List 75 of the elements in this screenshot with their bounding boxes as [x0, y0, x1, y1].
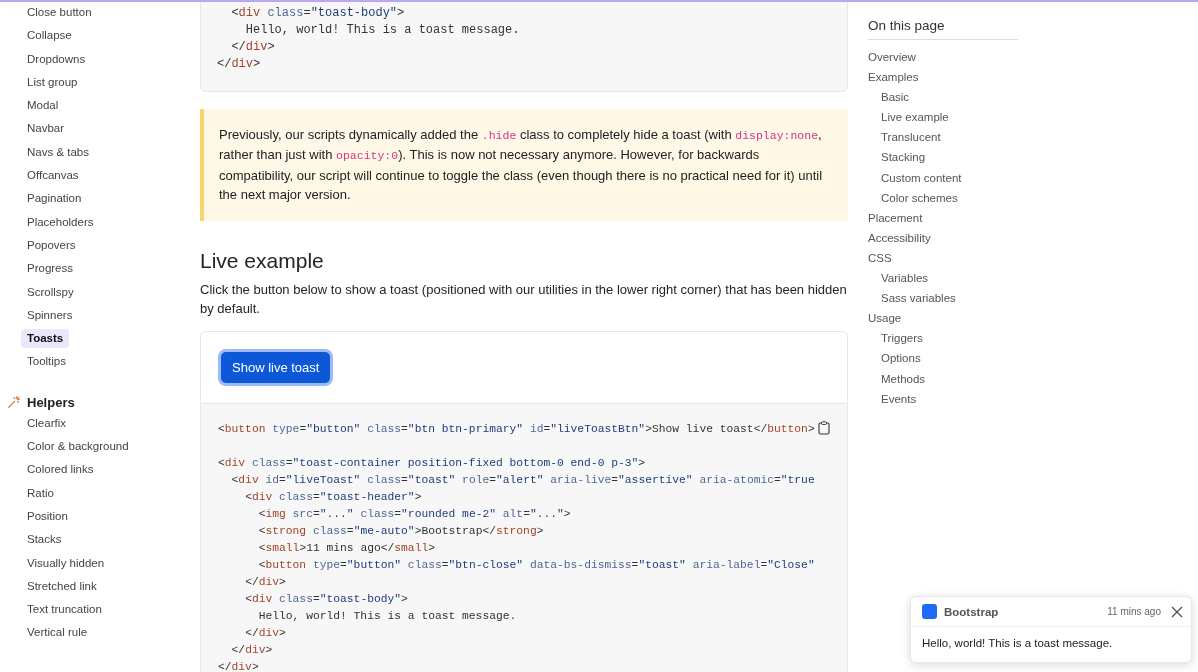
sidebar-item[interactable]: Placeholders	[21, 212, 100, 232]
sidebar-item[interactable]: Popovers	[21, 235, 82, 255]
code-line: </div>	[230, 642, 273, 658]
show-toast-button[interactable]: Show live toast	[221, 351, 331, 383]
code-line: </div>	[244, 574, 286, 590]
toast-title: Bootstrap	[944, 605, 1000, 618]
toc-link[interactable]: Variables	[868, 268, 929, 289]
toc-title: On this page	[868, 18, 945, 33]
sidebar-item[interactable]: Pagination	[21, 189, 88, 209]
toc-link[interactable]: Methods	[868, 368, 926, 389]
toc-link[interactable]: Triggers	[868, 328, 923, 349]
code-line: <button type="button" class="btn-close" data-bs-dismiss="toast" aria-label="Close"	[257, 557, 815, 573]
code-line: <div class="toast-container position-fixed bottom-0 end-0 p-3">	[218, 455, 646, 471]
toc-link[interactable]: Basic	[868, 87, 910, 108]
sidebar-heading: Helpers	[27, 394, 75, 410]
sidebar-item[interactable]: Stretched link	[21, 576, 103, 596]
toc-link[interactable]: Custom content	[868, 167, 962, 188]
sidebar-item[interactable]: Toasts	[21, 329, 70, 349]
toc-link[interactable]: Placement	[868, 207, 923, 228]
code-line: </div>	[244, 625, 286, 641]
sidebar-item[interactable]: Offcanvas	[21, 166, 85, 186]
sidebar-item[interactable]: Modal	[21, 96, 65, 116]
code-line: </div>	[217, 56, 262, 73]
code-line: </div>	[230, 39, 276, 56]
sidebar-item[interactable]: Scrollspy	[21, 282, 80, 302]
code-line: Hello, world! This is a toast message.	[257, 608, 517, 624]
sidebar-item[interactable]: Visually hidden	[21, 553, 111, 573]
sidebar-item[interactable]: Vertical rule	[21, 623, 94, 643]
sidebar-item[interactable]: Spinners	[21, 305, 79, 325]
sidebar-item[interactable]: List group	[21, 72, 84, 92]
callout-text: Previously, our scripts dynamically added the .hide class to completely hide a toast (with display:none, rather than just with opacity:0). This is now not necessary anymore. However, for backwards compatibility, our script will continue to toggle the class (even though there is no practical need for it) until the next major version.	[219, 126, 824, 205]
toc-link[interactable]: Options	[868, 348, 921, 369]
sidebar-item[interactable]: Navs & tabs	[21, 142, 95, 162]
sidebar-item[interactable]: Close button	[21, 3, 98, 22]
code-line: <small>11 mins ago</small>	[257, 540, 435, 556]
sidebar-item[interactable]: Progress	[21, 259, 80, 279]
toc-link[interactable]: Live example	[868, 107, 949, 128]
sidebar-item[interactable]: Ratio	[21, 483, 60, 503]
sidebar-item[interactable]: Dropdowns	[21, 49, 92, 69]
code-line: <button type="button" class="btn btn-primary" id="liveToastBtn">Show live toast</button>	[218, 421, 815, 437]
toast-time: 11 mins ago	[1107, 606, 1161, 617]
magic-wand-icon	[7, 395, 21, 410]
sidebar-item[interactable]: Tooltips	[21, 352, 72, 372]
sidebar-item[interactable]: Stacks	[21, 530, 68, 550]
code-line: <div id="liveToast" class="toast" role="alert" aria-live="assertive" aria-atomic="true	[230, 472, 815, 488]
toc-link[interactable]: Color schemes	[868, 187, 958, 208]
toc-link[interactable]: Examples	[868, 67, 919, 88]
toc-link[interactable]: Events	[868, 388, 917, 409]
paragraph: Click the button below to show a toast (positioned with our utilities in the lower right corner) that has been hidden by default.	[200, 280, 848, 319]
toc-link[interactable]: Translucent	[868, 127, 941, 148]
code-line: Hello, world! This is a toast message.	[244, 22, 521, 39]
sidebar-item[interactable]: Text truncation	[21, 600, 108, 620]
clipboard-icon[interactable]	[818, 420, 830, 435]
toast-message: Hello, world! This is a toast message.	[921, 636, 1114, 651]
toc-link[interactable]: Accessibility	[868, 227, 931, 248]
close-icon[interactable]	[1171, 605, 1183, 618]
sidebar-item[interactable]: Collapse	[21, 26, 78, 46]
toc-link[interactable]: Sass variables	[868, 288, 956, 309]
code-line: <div class="toast-body">	[244, 591, 408, 607]
code-line: <div class="toast-body">	[230, 5, 406, 22]
toc-link[interactable]: CSS	[868, 247, 892, 269]
toc-link[interactable]: Stacking	[868, 147, 926, 168]
toc-link[interactable]: Usage	[868, 308, 902, 329]
sidebar-item[interactable]: Position	[21, 506, 74, 526]
code-line: <img src="..." class="rounded me-2" alt="...">	[257, 506, 571, 522]
sidebar-item[interactable]: Color & background	[21, 437, 135, 457]
sidebar-item[interactable]: Colored links	[21, 460, 100, 480]
code-line: <strong class="me-auto">Bootstrap</strong>	[257, 523, 544, 539]
sidebar-item[interactable]: Clearfix	[21, 413, 72, 433]
code-line: </div>	[218, 659, 259, 672]
code-line: <div class="toast-header">	[244, 489, 422, 505]
section-heading: Live example	[200, 248, 325, 273]
toc-link[interactable]: Overview	[868, 47, 916, 68]
sidebar-item[interactable]: Navbar	[21, 119, 71, 139]
app-square-icon	[922, 604, 937, 619]
